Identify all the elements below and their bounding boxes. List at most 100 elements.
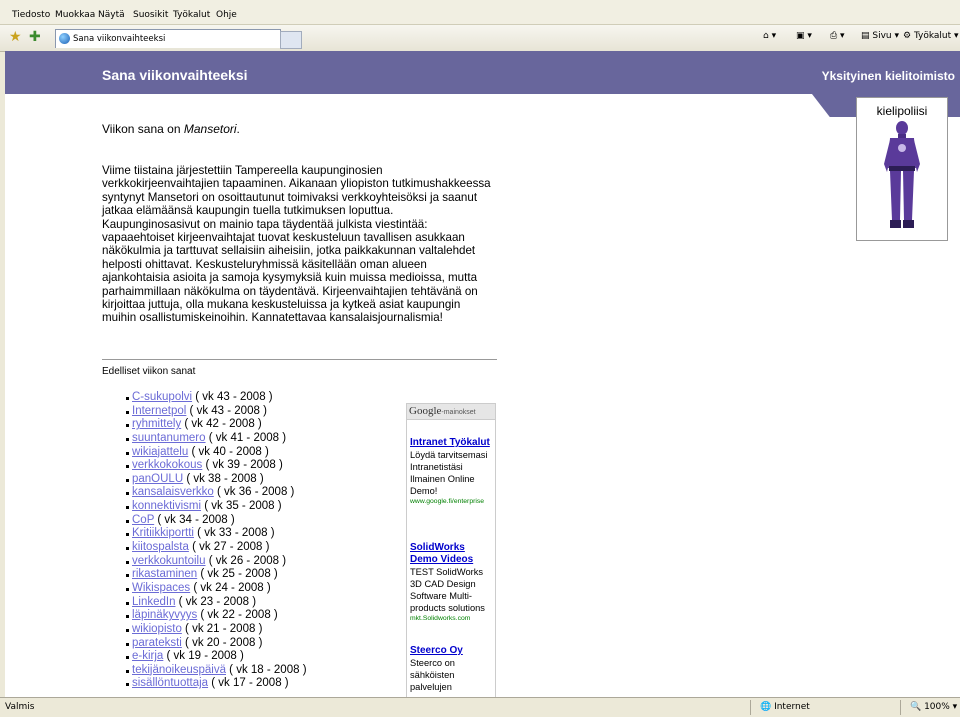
previous-word-link[interactable]: CoP [132,514,154,526]
zoom-control[interactable]: 🔍 100% ▾ [910,702,957,712]
org-name: Yksityinen kielitoimisto [821,69,955,83]
previous-word-link[interactable]: C-sukupolvi [132,391,192,403]
previous-words-heading: Edelliset viikon sanat [102,366,196,377]
previous-word-week: ( vk 19 - 2008 ) [163,650,244,663]
previous-word-week: ( vk 40 - 2008 ) [188,445,269,458]
previous-word-link[interactable]: panOULU [132,473,183,485]
ad-url[interactable]: mkt.Solidworks.com [410,614,494,624]
previous-word-link[interactable]: ryhmittely [132,418,181,430]
tools-menu-button[interactable]: ⚙ Työkalut ▾ [903,31,959,41]
list-item: kansalaisverkko ( vk 36 - 2008 ) [126,486,307,500]
ad-title[interactable]: Intranet Työkalut [410,437,494,449]
ad-item[interactable]: Intranet Työkalut Löydä tarvitsemasi Int… [410,437,494,507]
menu-bar: Tiedosto Muokkaa Näytä Suosikit Työkalut… [0,0,960,25]
previous-word-week: ( vk 24 - 2008 ) [190,581,271,594]
word-of-week: Viikon sana on Mansetori. [102,122,240,136]
previous-word-link[interactable]: kansalaisverkko [132,486,214,498]
menu-help[interactable]: Ohje [216,10,237,20]
status-text: Valmis [5,702,35,712]
ad-body: Löydä tarvitsemasi Intranetistäsi Ilmain… [410,450,488,496]
add-favorites-icon[interactable]: ✚ [29,29,41,45]
previous-word-week: ( vk 43 - 2008 ) [186,404,267,417]
previous-word-link[interactable]: tekijänoikeuspäivä [132,664,226,676]
previous-word-link[interactable]: Internetpol [132,405,186,417]
list-item: verkkokuntoilu ( vk 26 - 2008 ) [126,555,307,569]
page-content: Sana viikonvaihteeksi Yksityinen kielito… [5,51,960,697]
previous-word-link[interactable]: LinkedIn [132,596,175,608]
page-menu-label: Sivu [872,31,892,41]
list-item: CoP ( vk 34 - 2008 ) [126,514,307,528]
menu-tools[interactable]: Työkalut [173,10,210,20]
home-icon[interactable]: ⌂ ▾ [763,31,776,41]
previous-word-link[interactable]: Kritiikkiportti [132,527,194,539]
status-separator [750,700,751,715]
previous-word-week: ( vk 41 - 2008 ) [205,431,287,444]
word-highlight: Mansetori [183,122,237,136]
previous-word-week: ( vk 21 - 2008 ) [181,622,263,635]
ad-item[interactable]: SolidWorks Demo Videos TEST SolidWorks 3… [410,542,494,624]
list-item: Wikispaces ( vk 24 - 2008 ) [126,581,307,596]
word-suffix: . [236,122,240,136]
list-item: wikiajattelu ( vk 40 - 2008 ) [126,445,307,460]
list-item: parateksti ( vk 20 - 2008 ) [126,636,307,651]
previous-word-link[interactable]: Wikispaces [132,582,190,594]
ad-body: Steerco on sähköisten palvelujen [410,658,455,692]
browser-toolbar: ★ ✚ Sana viikonvaihteeksi ⌂ ▾ ▣ ▾ ⎙ ▾ ▤ … [0,25,960,52]
previous-word-link[interactable]: verkkokuntoilu [132,555,206,567]
menu-file[interactable]: Tiedosto [12,10,50,20]
previous-word-link[interactable]: verkkokokous [132,459,202,471]
menu-view[interactable]: Näytä [98,10,125,20]
previous-word-week: ( vk 36 - 2008 ) [213,486,295,499]
status-bar: Valmis 🌐 Internet 🔍 100% ▾ [0,697,960,717]
menu-favorites[interactable]: Suosikit [133,10,168,20]
page-menu-button[interactable]: ▤ Sivu ▾ [861,31,899,41]
ad-body: TEST SolidWorks 3D CAD Design Software M… [410,567,485,613]
security-zone[interactable]: 🌐 Internet [760,702,810,712]
list-item: e-kirja ( vk 19 - 2008 ) [126,650,307,664]
previous-word-week: ( vk 43 - 2008 ) [192,391,273,403]
previous-word-link[interactable]: suuntanumero [132,432,206,444]
divider [102,359,497,360]
previous-words-list: C-sukupolvi ( vk 43 - 2008 ) Internetpol … [126,391,307,691]
ad-title[interactable]: SolidWorks Demo Videos [410,542,494,566]
list-item: Kritiikkiportti ( vk 33 - 2008 ) [126,527,307,541]
feeds-icon[interactable]: ▣ ▾ [796,31,812,41]
menu-edit[interactable]: Muokkaa [55,10,95,20]
mascot-box: kielipoliisi [856,97,948,241]
favorites-star-icon[interactable]: ★ [9,29,22,45]
status-separator [900,700,901,715]
ad-item[interactable]: Steerco Oy Steerco on sähköisten palvelu… [410,645,494,693]
previous-word-week: ( vk 25 - 2008 ) [197,568,278,581]
ads-header: Google-mainokset [407,404,495,420]
previous-word-link[interactable]: konnektivismi [132,500,201,512]
previous-word-link[interactable]: wikiopisto [132,623,182,635]
google-logo: Google [409,405,442,417]
previous-word-week: ( vk 20 - 2008 ) [181,636,263,649]
previous-word-link[interactable]: sisällöntuottaja [132,677,208,689]
previous-word-link[interactable]: rikastaminen [132,568,197,580]
list-item: verkkokokous ( vk 39 - 2008 ) [126,459,307,473]
list-item: Internetpol ( vk 43 - 2008 ) [126,404,307,419]
previous-word-link[interactable]: wikiajattelu [132,446,188,458]
previous-word-week: ( vk 39 - 2008 ) [202,459,283,472]
mascot-label: kielipoliisi [876,104,928,118]
list-item: LinkedIn ( vk 23 - 2008 ) [126,596,307,610]
previous-word-week: ( vk 27 - 2008 ) [188,541,270,554]
list-item: suuntanumero ( vk 41 - 2008 ) [126,431,307,446]
list-item: konnektivismi ( vk 35 - 2008 ) [126,500,307,514]
previous-word-link[interactable]: e-kirja [132,650,163,662]
previous-word-week: ( vk 17 - 2008 ) [208,677,289,690]
article-text: Viime tiistaina järjestettiin Tampereell… [102,164,491,325]
previous-word-week: ( vk 38 - 2008 ) [183,472,264,485]
print-icon[interactable]: ⎙ ▾ [830,31,845,41]
ad-title[interactable]: Steerco Oy [410,645,494,657]
list-item: läpinäkyvyys ( vk 22 - 2008 ) [126,609,307,623]
word-prefix: Viikon sana on [102,122,184,136]
previous-word-link[interactable]: kiitospalsta [132,541,189,553]
previous-word-link[interactable]: parateksti [132,637,182,649]
new-tab-button[interactable] [280,31,302,49]
browser-tab[interactable]: Sana viikonvaihteeksi [55,29,281,48]
previous-word-link[interactable]: läpinäkyvyys [132,609,197,621]
ads-box: Google-mainokset Intranet Työkalut Löydä… [406,403,496,697]
ad-url[interactable]: www.google.fi/enterprise [410,497,494,507]
